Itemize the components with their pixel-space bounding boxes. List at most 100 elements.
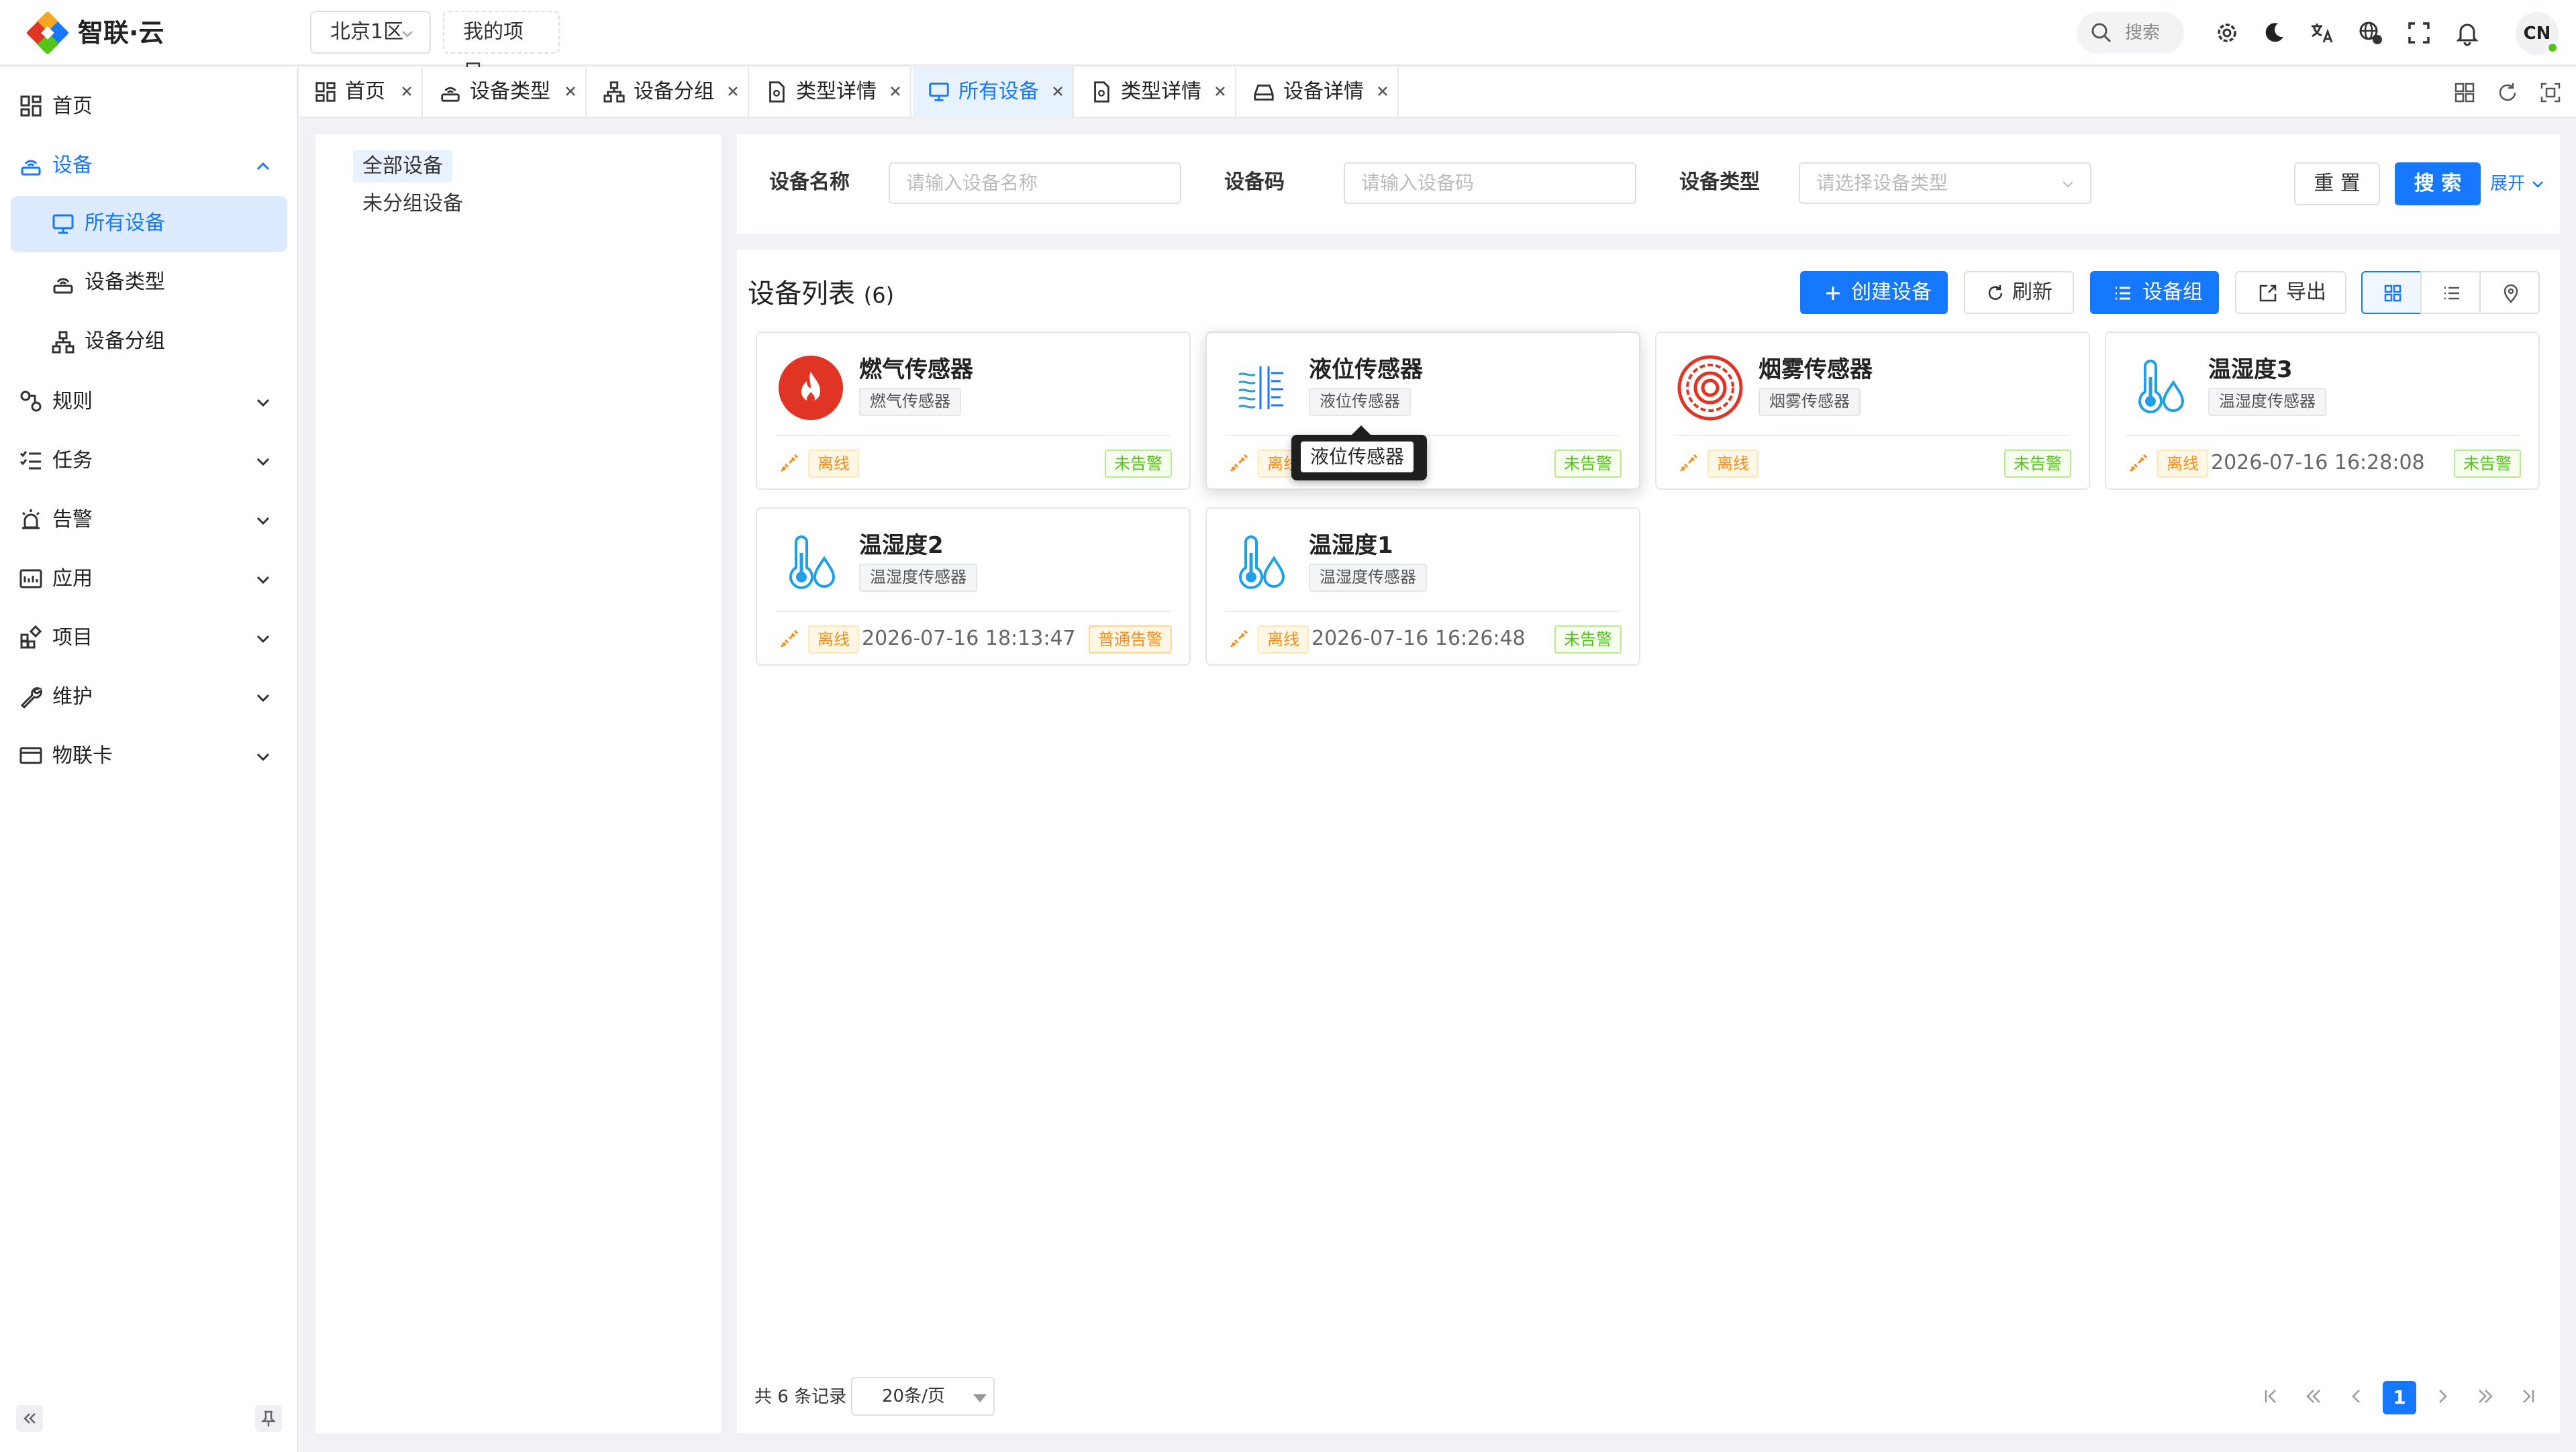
region-label: 北京1区 xyxy=(330,20,404,44)
tooltip-arrow xyxy=(1352,425,1371,435)
sidebar-item-projects[interactable]: 项目 xyxy=(0,609,298,668)
close-icon[interactable] xyxy=(1048,82,1067,101)
online-status-tag: 离线 xyxy=(1707,450,1758,478)
tab-home[interactable]: 首页 xyxy=(299,67,423,118)
fullscreen-icon[interactable] xyxy=(2406,19,2432,46)
sidebar-item-alarms[interactable]: 告警 xyxy=(0,491,298,550)
monitor-icon xyxy=(52,214,74,234)
last-page-icon[interactable] xyxy=(2517,1385,2540,1408)
tab-label: 设备详情 xyxy=(1283,80,1364,103)
pin-icon xyxy=(260,1410,277,1427)
alarm-status-tag: 未告警 xyxy=(1554,625,1622,654)
tab-type-detail-2[interactable]: 类型详情 xyxy=(1075,67,1236,118)
device-type-select[interactable]: 请选择设备类型 xyxy=(1799,162,2091,204)
tab-type-detail[interactable]: 类型详情 xyxy=(750,67,911,118)
device-type-placeholder: 请选择设备类型 xyxy=(1816,172,1948,194)
table-view-toggle[interactable] xyxy=(2420,271,2481,314)
card-view-toggle[interactable] xyxy=(2361,271,2422,314)
tab-device-detail[interactable]: 设备详情 xyxy=(1238,67,1399,118)
thermometer-icon xyxy=(1239,535,1285,589)
focus-mode-icon[interactable] xyxy=(2538,81,2563,105)
dark-mode-icon[interactable] xyxy=(2261,19,2287,46)
sidebar-item-device-types[interactable]: 设备类型 xyxy=(11,255,287,311)
last-online-time: 2026-07-16 16:28:08 xyxy=(2211,451,2425,474)
caret-down-icon xyxy=(973,1394,987,1402)
refresh-button[interactable]: 刷新 xyxy=(1964,271,2074,314)
close-icon[interactable] xyxy=(397,82,416,101)
alarm-status-tag: 未告警 xyxy=(2454,450,2521,478)
sidebar-item-label: 设备 xyxy=(52,154,93,177)
chevron-down-icon xyxy=(256,694,270,703)
bell-icon[interactable] xyxy=(2454,19,2481,46)
plus-icon xyxy=(1826,287,1840,300)
divider xyxy=(1675,435,2070,436)
tree-item-ungrouped[interactable]: 未分组设备 xyxy=(353,188,473,220)
device-card[interactable]: 燃气传感器 燃气传感器 离线 未告警 xyxy=(756,331,1191,490)
close-icon[interactable] xyxy=(886,82,905,101)
tab-device-groups[interactable]: 设备分组 xyxy=(588,67,749,118)
sidebar-item-tasks[interactable]: 任务 xyxy=(0,432,298,491)
plug-disconnected-icon xyxy=(1230,454,1248,472)
tab-all-devices[interactable]: 所有设备 xyxy=(913,67,1074,118)
reset-button[interactable]: 重 置 xyxy=(2294,162,2380,205)
next-page-icon[interactable] xyxy=(2431,1385,2454,1408)
alarm-status-tag: 未告警 xyxy=(1554,450,1622,478)
prev-page-icon[interactable] xyxy=(2345,1385,2368,1408)
tree-item-all-devices[interactable]: 全部设备 xyxy=(353,150,452,183)
tabs-overview-icon[interactable] xyxy=(2453,81,2477,105)
device-card[interactable]: 温湿度1 温湿度传感器 离线 2026-07-16 16:26:48 未告警 xyxy=(1205,507,1640,666)
search-button[interactable]: 搜 索 xyxy=(2395,162,2481,205)
export-icon xyxy=(2259,284,2277,302)
collapse-sidebar-button[interactable] xyxy=(16,1405,43,1432)
reload-icon[interactable] xyxy=(2495,81,2520,105)
settings-icon[interactable] xyxy=(2214,19,2240,46)
device-list-title: 设备列表 (6) xyxy=(748,275,894,314)
page-1-button[interactable]: 1 xyxy=(2383,1381,2416,1414)
map-view-toggle[interactable] xyxy=(2479,271,2540,314)
create-device-button[interactable]: 创建设备 xyxy=(1800,271,1948,314)
sidebar-item-iot-card[interactable]: 物联卡 xyxy=(0,727,298,786)
sidebar-item-rules[interactable]: 规则 xyxy=(0,373,298,432)
sidebar-item-label: 设备分组 xyxy=(85,329,165,353)
logo-icon[interactable] xyxy=(27,12,68,54)
device-name-input[interactable]: 请输入设备名称 xyxy=(889,162,1181,204)
device-group-button[interactable]: 设备组 xyxy=(2090,271,2219,314)
close-icon[interactable] xyxy=(1211,82,1230,101)
sidebar-item-apps[interactable]: 应用 xyxy=(0,550,298,609)
device-icon xyxy=(21,160,41,176)
device-card[interactable]: 烟雾传感器 烟雾传感器 离线 未告警 xyxy=(1655,331,2090,490)
region-select[interactable]: 北京1区 xyxy=(310,11,431,54)
next-group-icon[interactable] xyxy=(2474,1385,2497,1408)
divider xyxy=(776,435,1171,436)
device-name: 温湿度2 xyxy=(859,532,944,559)
sidebar-item-all-devices[interactable]: 所有设备 xyxy=(11,196,287,252)
device-name-label: 设备名称 xyxy=(769,170,850,194)
language-globe-icon[interactable] xyxy=(2357,19,2384,46)
tab-label: 类型详情 xyxy=(796,80,877,103)
sidebar-item-device-groups[interactable]: 设备分组 xyxy=(11,314,287,370)
sidebar-item-maintenance[interactable]: 维护 xyxy=(0,668,298,727)
translate-icon[interactable] xyxy=(2309,19,2336,46)
project-select[interactable]: 我的项目 xyxy=(443,11,560,84)
expand-filter-link[interactable]: 展开 xyxy=(2490,169,2545,199)
tab-device-types[interactable]: 设备类型 xyxy=(424,67,587,118)
close-icon[interactable] xyxy=(561,82,580,101)
device-card[interactable]: 温湿度2 温湿度传感器 离线 2026-07-16 18:13:47 普通告警 xyxy=(756,507,1191,666)
pin-sidebar-button[interactable] xyxy=(255,1405,282,1432)
global-search[interactable]: 搜索 xyxy=(2077,12,2184,54)
device-card[interactable]: 温湿度3 温湿度传感器 离线 2026-07-16 16:28:08 未告警 xyxy=(2105,331,2540,490)
export-button[interactable]: 导出 xyxy=(2235,271,2346,314)
device-code-input[interactable]: 请输入设备码 xyxy=(1344,162,1636,204)
first-page-icon[interactable] xyxy=(2259,1385,2282,1408)
device-type-icon xyxy=(53,278,73,294)
sidebar-item-home[interactable]: 首页 xyxy=(0,78,298,137)
dashboard-icon xyxy=(20,95,42,117)
dashboard-icon xyxy=(315,82,336,102)
close-icon[interactable] xyxy=(1373,82,1392,101)
close-icon[interactable] xyxy=(724,82,742,101)
sidebar-item-devices[interactable]: 设备 xyxy=(0,137,298,196)
plug-disconnected-icon xyxy=(1230,629,1248,648)
prev-group-icon[interactable] xyxy=(2302,1385,2325,1408)
sidebar-item-label: 物联卡 xyxy=(52,744,113,768)
last-online-time: 2026-07-16 18:13:47 xyxy=(862,627,1076,650)
